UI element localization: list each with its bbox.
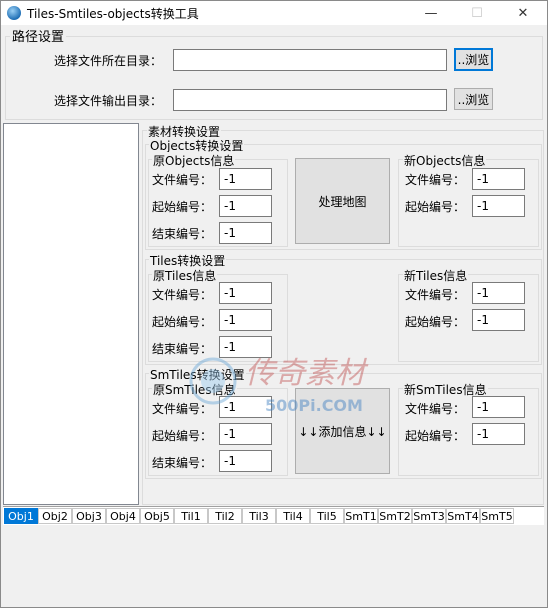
tab-til5[interactable]: Til5	[310, 508, 344, 524]
tab-til1[interactable]: Til1	[174, 508, 208, 524]
tab-smt3[interactable]: SmT3	[412, 508, 446, 524]
tab-obj3[interactable]: Obj3	[72, 508, 106, 524]
source-dir-input[interactable]	[173, 49, 447, 71]
close-button[interactable]: ✕	[500, 1, 546, 25]
orig-smtiles-file-no-input[interactable]: -1	[219, 396, 272, 418]
orig-objects-start-no-input[interactable]: -1	[219, 195, 272, 217]
output-dir-input[interactable]	[173, 89, 447, 111]
tab-obj1[interactable]: Obj1	[4, 508, 38, 524]
output-dir-label: 选择文件输出目录：	[54, 94, 163, 108]
orig-objects-file-no-label: 文件编号：	[152, 173, 213, 187]
orig-tiles-end-no-label: 结束编号：	[152, 342, 213, 356]
new-tiles-start-no-label: 起始编号：	[405, 315, 466, 329]
orig-tiles-start-no-label: 起始编号：	[152, 315, 213, 329]
tab-smt2[interactable]: SmT2	[378, 508, 412, 524]
orig-smtiles-start-no-input[interactable]: -1	[219, 423, 272, 445]
orig-smtiles-file-no-label: 文件编号：	[152, 402, 213, 416]
new-objects-start-no-input[interactable]: -1	[472, 195, 525, 217]
orig-objects-label: 原Objects信息	[152, 152, 236, 169]
tab-obj4[interactable]: Obj4	[106, 508, 140, 524]
new-smtiles-file-no-label: 文件编号：	[405, 402, 466, 416]
orig-objects-end-no-label: 结束编号：	[152, 227, 213, 241]
new-tiles-label: 新Tiles信息	[403, 267, 469, 284]
new-smtiles-file-no-input[interactable]: -1	[472, 396, 525, 418]
new-objects-file-no-label: 文件编号：	[405, 173, 466, 187]
new-tiles-file-no-input[interactable]: -1	[472, 282, 525, 304]
new-tiles-start-no-input[interactable]: -1	[472, 309, 525, 331]
path-settings-label: 路径设置	[10, 26, 67, 45]
globe-app-icon	[7, 6, 21, 20]
browse-output-button[interactable]: ..浏览	[454, 88, 493, 110]
orig-objects-start-no-label: 起始编号：	[152, 200, 213, 214]
tab-til4[interactable]: Til4	[276, 508, 310, 524]
orig-objects-end-no-input[interactable]: -1	[219, 222, 272, 244]
tab-smt1[interactable]: SmT1	[344, 508, 378, 524]
tab-smt5[interactable]: SmT5	[480, 508, 514, 524]
orig-smtiles-start-no-label: 起始编号：	[152, 429, 213, 443]
new-objects-label: 新Objects信息	[403, 152, 487, 169]
source-dir-label: 选择文件所在目录：	[54, 54, 163, 68]
add-info-button[interactable]: ↓↓添加信息↓↓	[295, 388, 390, 474]
orig-tiles-end-no-input[interactable]: -1	[219, 336, 272, 358]
tab-obj5[interactable]: Obj5	[140, 508, 174, 524]
orig-objects-file-no-input[interactable]: -1	[219, 168, 272, 190]
window-title: Tiles-Smtiles-objects转换工具	[27, 7, 199, 21]
tab-smt4[interactable]: SmT4	[446, 508, 480, 524]
tab-til3[interactable]: Til3	[242, 508, 276, 524]
new-objects-file-no-input[interactable]: -1	[472, 168, 525, 190]
file-list-panel[interactable]	[3, 123, 139, 505]
new-smtiles-start-no-input[interactable]: -1	[472, 423, 525, 445]
process-map-button[interactable]: 处理地图	[295, 158, 390, 244]
new-objects-start-no-label: 起始编号：	[405, 200, 466, 214]
orig-tiles-start-no-input[interactable]: -1	[219, 309, 272, 331]
tab-til2[interactable]: Til2	[208, 508, 242, 524]
new-smtiles-start-no-label: 起始编号：	[405, 429, 466, 443]
minimize-button[interactable]: —	[408, 1, 454, 25]
new-tiles-file-no-label: 文件编号：	[405, 288, 466, 302]
tab-obj2[interactable]: Obj2	[38, 508, 72, 524]
maximize-button: ☐	[471, 5, 483, 21]
browse-source-button[interactable]: ..浏览	[454, 48, 493, 71]
orig-tiles-file-no-label: 文件编号：	[152, 288, 213, 302]
orig-tiles-file-no-input[interactable]: -1	[219, 282, 272, 304]
orig-tiles-label: 原Tiles信息	[152, 267, 218, 284]
orig-smtiles-end-no-label: 结束编号：	[152, 456, 213, 470]
orig-smtiles-end-no-input[interactable]: -1	[219, 450, 272, 472]
